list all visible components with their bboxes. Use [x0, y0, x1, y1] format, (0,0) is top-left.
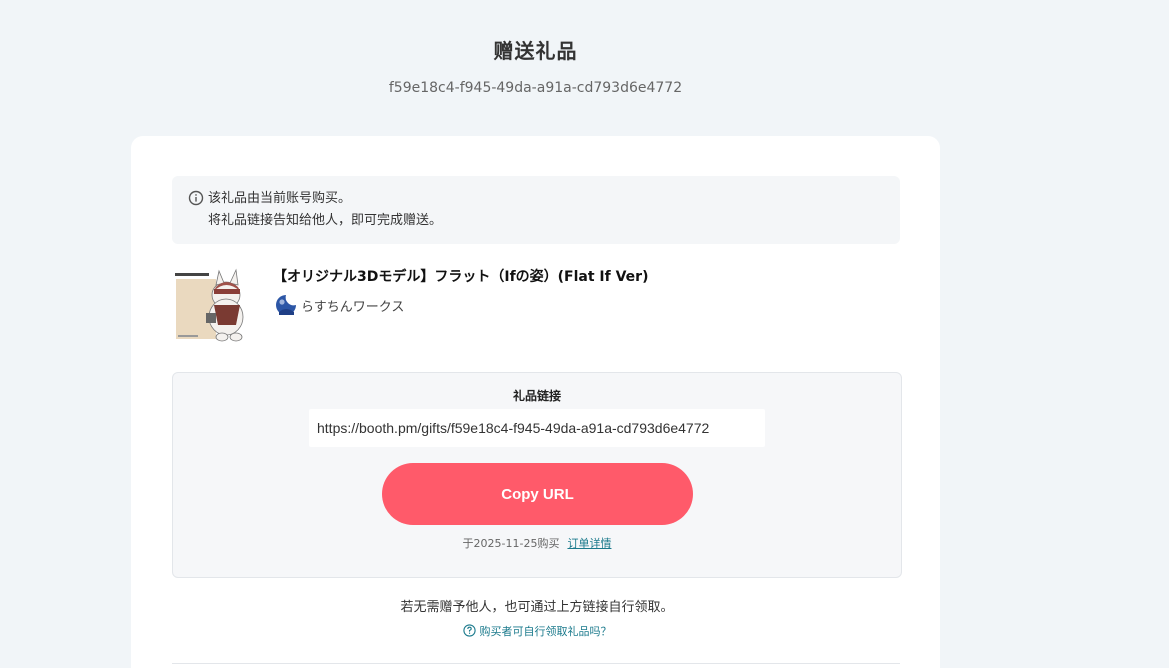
divider: [172, 663, 900, 664]
faq-link[interactable]: 购买者可自行领取礼品吗？: [172, 623, 902, 641]
self-claim-note: 若无需赠予他人，也可通过上方链接自行领取。: [400, 600, 674, 615]
purchase-date: 于2025-11-25购买: [462, 537, 560, 550]
faq-label: 购买者可自行领取礼品吗？: [479, 625, 612, 638]
gift-id: f59e18c4-f945-49da-a91a-cd793d6e4772: [388, 80, 683, 96]
gift-card: 该礼品由当前账号购买。 将礼品链接告知给他人，即可完成赠送。 【オリジナル3Dモ…: [131, 136, 940, 668]
page-header: 赠送礼品 f59e18c4-f945-49da-a91a-cd793d6e477…: [131, 0, 940, 98]
copy-url-button[interactable]: Copy URL: [382, 463, 693, 525]
product-title[interactable]: 【オリジナル3Dモデル】フラット（Ifの姿）(Flat If Ver): [273, 265, 648, 289]
shop-name: らすちんワークス: [301, 299, 405, 315]
info-circle-icon: [188, 190, 204, 206]
product-thumbnail[interactable]: [174, 265, 250, 345]
notice-box: 该礼品由当前账号购买。 将礼品链接告知给他人，即可完成赠送。: [172, 176, 900, 244]
product-summary: 【オリジナル3Dモデル】フラット（Ifの姿）(Flat If Ver) らすちん…: [172, 261, 900, 351]
gift-url-field[interactable]: [309, 409, 765, 447]
notice-line-2: 将礼品链接告知给他人，即可完成赠送。: [208, 213, 443, 228]
question-circle-icon: [462, 624, 476, 637]
purchase-info: 于2025-11-25购买 订单详情: [173, 535, 901, 553]
gift-link-panel: 礼品链接 Copy URL 于2025-11-25购买订单详情: [172, 372, 902, 578]
notice-line-1: 该礼品由当前账号购买。: [208, 191, 352, 206]
shop-link[interactable]: らすちんワークス: [275, 293, 404, 317]
gift-link-heading: 礼品链接: [512, 389, 561, 403]
order-details-link[interactable]: 订单详情: [567, 537, 611, 550]
product-thumbnail-image: [174, 265, 250, 345]
shop-avatar-icon: [275, 294, 297, 316]
page-title: 赠送礼品: [493, 39, 578, 63]
